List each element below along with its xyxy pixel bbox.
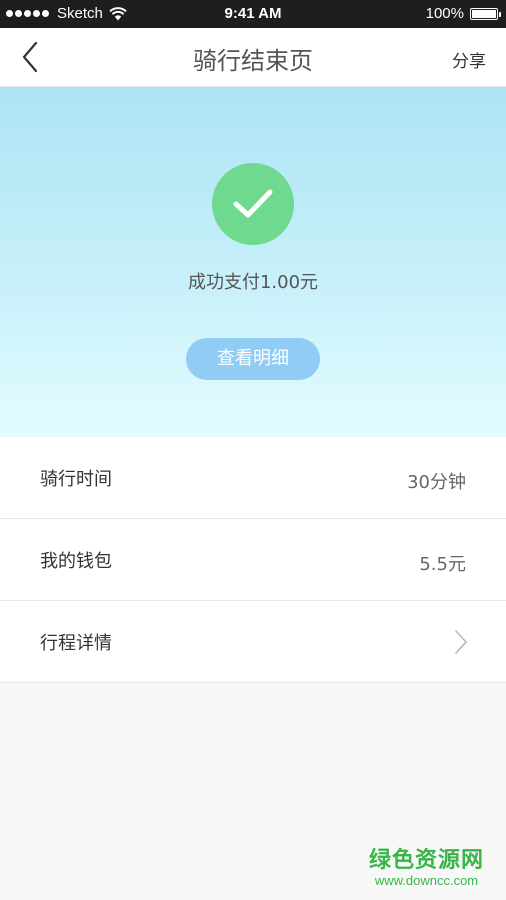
battery-percent: 100% [425,5,464,22]
wallet-value: 5.5元 [419,554,466,575]
battery-icon [470,7,501,20]
nav-bar: 骑行结束页 分享 [0,28,506,87]
share-button[interactable]: 分享 [452,47,486,72]
payment-success-message: 成功支付1.00元 [187,272,319,293]
page-title: 骑行结束页 [193,47,313,75]
watermark: 绿色资源网 www.downcc.com [369,848,484,888]
list-item-wallet[interactable]: 我的钱包 5.5元 [0,519,506,601]
status-right: 100% [425,5,501,22]
battery-level [472,9,496,18]
trip-details-label: 行程详情 [40,633,112,654]
list-item-trip-details[interactable]: 行程详情 [0,601,506,683]
status-bar: Sketch 9:41 AM 100% [0,0,506,28]
chevron-right-icon [455,630,467,654]
view-details-button[interactable]: 查看明细 [186,338,320,380]
wallet-label: 我的钱包 [40,551,112,572]
ride-info-list: 骑行时间 30分钟 我的钱包 5.5元 行程详情 [0,437,506,683]
ride-time-value: 30分钟 [407,472,466,493]
check-icon [233,189,273,218]
ride-time-label: 骑行时间 [40,469,112,490]
watermark-url: www.downcc.com [374,873,479,888]
payment-result-panel: 成功支付1.00元 查看明细 [0,87,506,437]
success-badge [212,163,294,245]
watermark-title: 绿色资源网 [368,848,484,873]
list-item-ride-time: 骑行时间 30分钟 [0,437,506,519]
